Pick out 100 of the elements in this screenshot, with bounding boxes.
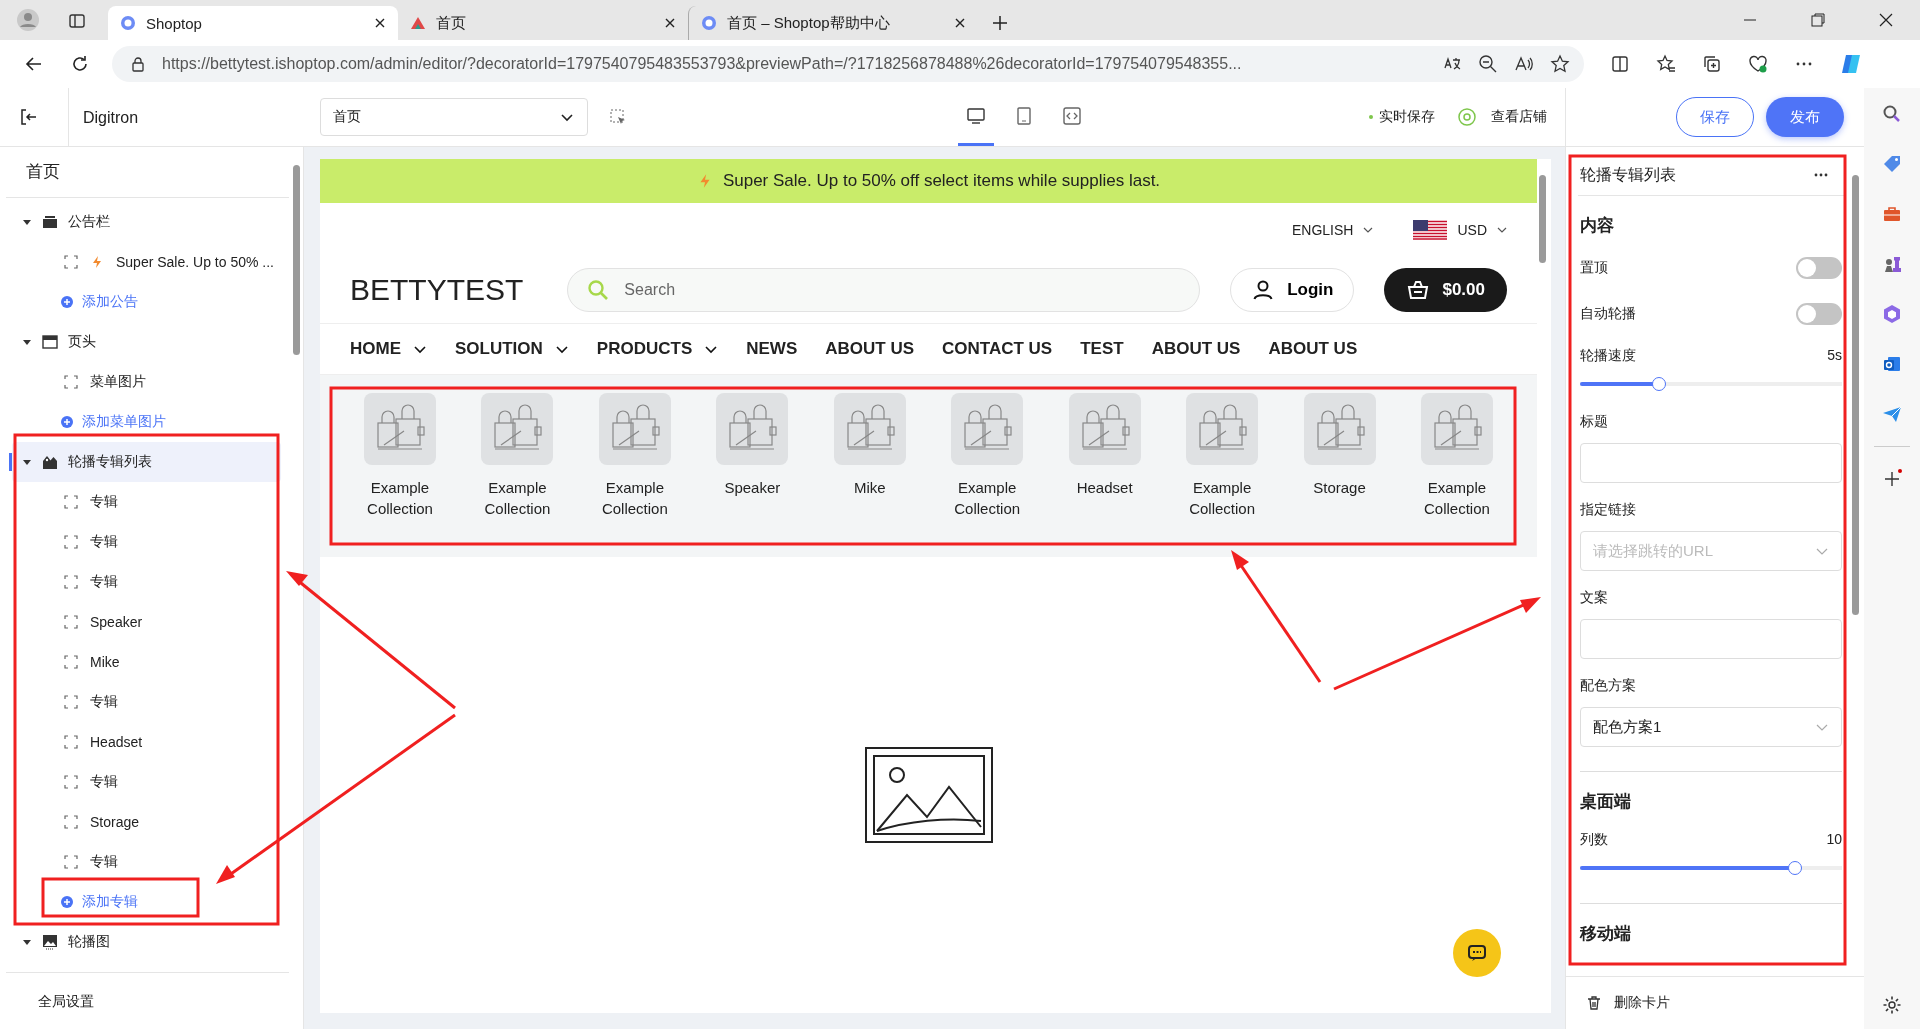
tree-section[interactable]: 轮播图 bbox=[12, 922, 281, 962]
nav-link[interactable]: ABOUT US bbox=[1151, 339, 1241, 359]
tree-item[interactable]: 专辑 bbox=[12, 562, 281, 602]
restore-icon[interactable] bbox=[1810, 12, 1826, 28]
caret-icon[interactable] bbox=[22, 337, 32, 347]
close-icon[interactable] bbox=[374, 17, 386, 29]
add-link[interactable]: 添加公告 bbox=[12, 282, 281, 322]
language-select[interactable]: ENGLISH bbox=[1291, 222, 1374, 238]
page-select[interactable]: 首页 bbox=[320, 98, 588, 136]
tree-item[interactable]: 专辑 bbox=[12, 522, 281, 562]
address-bar[interactable]: https://bettytest.ishoptop.com/admin/editor/?decoratorId=1797540795483553793&previewPath=/?1718256878488%26decoratorId=179754079548355... bbox=[112, 46, 1584, 82]
collections-icon[interactable] bbox=[1702, 54, 1722, 74]
profile-icon[interactable] bbox=[16, 8, 40, 32]
close-icon[interactable] bbox=[664, 17, 676, 29]
toolbox-icon[interactable] bbox=[1882, 204, 1902, 224]
tree-item[interactable]: 专辑 bbox=[12, 762, 281, 802]
sidebar-toggle-icon[interactable] bbox=[68, 12, 86, 30]
tree-item[interactable]: Mike bbox=[12, 642, 281, 682]
nav-link[interactable]: TEST bbox=[1080, 339, 1124, 359]
favorite-star-icon[interactable] bbox=[1550, 54, 1570, 74]
browser-tab[interactable]: Shoptop bbox=[108, 6, 398, 40]
collection-name[interactable]: Storage bbox=[1313, 477, 1366, 498]
frame-icon bbox=[64, 375, 78, 389]
tree-item[interactable]: Storage bbox=[12, 802, 281, 842]
close-icon[interactable] bbox=[954, 17, 966, 29]
favorites-icon[interactable] bbox=[1656, 54, 1676, 74]
tree-section[interactable]: 轮播专辑列表 bbox=[12, 442, 281, 482]
exit-icon[interactable] bbox=[18, 107, 38, 127]
tree-item[interactable]: Headset bbox=[12, 722, 281, 762]
toggle-switch[interactable] bbox=[1796, 257, 1842, 279]
nav-link[interactable]: NEWS bbox=[746, 339, 798, 359]
publish-button[interactable]: 发布 bbox=[1766, 97, 1844, 137]
settings-icon[interactable] bbox=[1882, 995, 1902, 1015]
basket-icon bbox=[1406, 278, 1431, 302]
close-icon[interactable] bbox=[1878, 12, 1894, 28]
zoom-out-icon[interactable] bbox=[1478, 54, 1498, 74]
nav-link[interactable]: PRODUCTS bbox=[596, 339, 719, 359]
global-settings-item[interactable]: 全局设置 bbox=[6, 972, 289, 1029]
reload-icon[interactable] bbox=[70, 54, 90, 74]
nav-link[interactable]: CONTACT US bbox=[942, 339, 1053, 359]
cart-button[interactable]: $0.00 bbox=[1384, 268, 1507, 312]
tag-icon[interactable] bbox=[1882, 154, 1902, 174]
slider-thumb[interactable] bbox=[1787, 861, 1802, 875]
collection-name[interactable]: Mike bbox=[853, 477, 886, 498]
new-tab-icon[interactable] bbox=[992, 15, 1008, 31]
chat-button[interactable] bbox=[1453, 929, 1501, 977]
store-logo[interactable]: BETTYTEST bbox=[350, 271, 524, 309]
tree-item[interactable]: Speaker bbox=[12, 602, 281, 642]
field-label: 置顶 bbox=[1580, 259, 1608, 277]
nav-link[interactable]: ABOUT US bbox=[1268, 339, 1358, 359]
text-input[interactable] bbox=[1580, 443, 1842, 483]
add-link[interactable]: 添加菜单图片 bbox=[12, 402, 281, 442]
select-field[interactable]: 配色方案1 bbox=[1580, 707, 1842, 747]
tree-item[interactable]: 专辑 bbox=[12, 682, 281, 722]
tree-item[interactable]: 菜单图片 bbox=[12, 362, 281, 402]
field-label: 配色方案 bbox=[1580, 677, 1637, 695]
hexagon-icon[interactable] bbox=[1882, 304, 1902, 324]
mail-icon[interactable] bbox=[1882, 354, 1902, 374]
collection-name[interactable]: Headset bbox=[1076, 477, 1133, 498]
section-heading: 内容 bbox=[1580, 215, 1615, 237]
tree-item[interactable]: 专辑 bbox=[12, 482, 281, 522]
toggle-switch[interactable] bbox=[1796, 303, 1842, 325]
login-button[interactable]: Login bbox=[1230, 268, 1355, 312]
tree-section[interactable]: 页头 bbox=[12, 322, 281, 362]
search-icon[interactable] bbox=[1882, 104, 1902, 124]
split-screen-icon[interactable] bbox=[1610, 54, 1630, 74]
tree-item[interactable]: 专辑 bbox=[12, 842, 281, 882]
add-link[interactable]: 添加专辑 bbox=[12, 882, 281, 922]
collection-name[interactable]: Example Collection bbox=[1172, 477, 1273, 519]
field-label: 指定链接 bbox=[1580, 501, 1637, 519]
currency-select[interactable]: USD bbox=[1413, 220, 1507, 240]
tab-title: 首页 bbox=[436, 13, 467, 33]
tree-section[interactable]: 公告栏 bbox=[12, 202, 281, 242]
collection-name[interactable]: Speaker bbox=[724, 477, 781, 498]
chess-icon[interactable] bbox=[1882, 254, 1902, 274]
nav-link[interactable]: ABOUT US bbox=[825, 339, 915, 359]
search-field[interactable]: Search bbox=[567, 268, 1201, 312]
section-heading: 桌面端 bbox=[1580, 771, 1842, 821]
tree-item[interactable]: Super Sale. Up to 50% ... bbox=[12, 242, 281, 282]
section-heading: 移动端 bbox=[1580, 903, 1842, 953]
caret-icon[interactable] bbox=[22, 217, 32, 227]
plus-circle-icon bbox=[60, 895, 74, 909]
slider-thumb[interactable] bbox=[1651, 377, 1666, 391]
collection-name[interactable]: Example Collection bbox=[1406, 477, 1507, 519]
caret-icon[interactable] bbox=[22, 937, 32, 947]
chat-icon bbox=[1466, 942, 1488, 964]
save-button[interactable]: 保存 bbox=[1676, 97, 1754, 137]
view-store-link[interactable]: 查看店铺 bbox=[1491, 108, 1547, 126]
caret-icon[interactable] bbox=[22, 457, 32, 467]
collection-name[interactable]: Example Collection bbox=[584, 477, 685, 519]
collection-name[interactable]: Example Collection bbox=[467, 477, 568, 519]
collection-name[interactable]: Example Collection bbox=[350, 477, 450, 519]
browser-tab[interactable]: 首页 bbox=[398, 6, 688, 40]
collection-name[interactable]: Example Collection bbox=[937, 477, 1038, 519]
send-icon[interactable] bbox=[1882, 404, 1902, 424]
text-input[interactable] bbox=[1580, 619, 1842, 659]
add-icon[interactable] bbox=[1882, 469, 1902, 489]
nav-link[interactable]: SOLUTION bbox=[455, 339, 569, 359]
nav-link[interactable]: HOME bbox=[350, 339, 427, 359]
health-icon[interactable] bbox=[1748, 54, 1768, 74]
